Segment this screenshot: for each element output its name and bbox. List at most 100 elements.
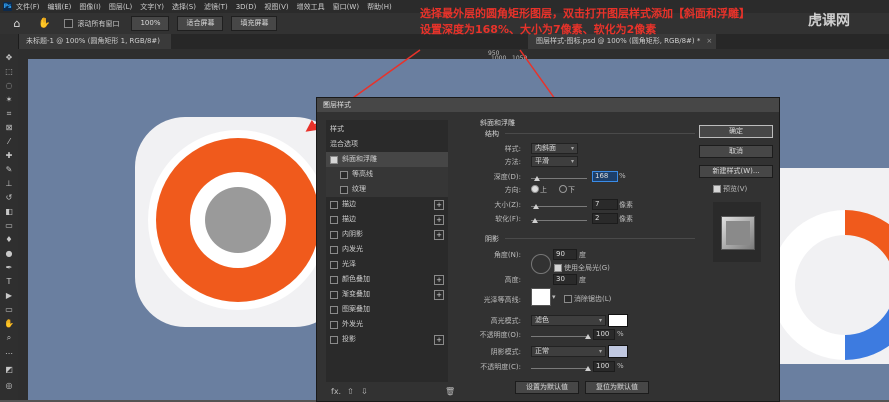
gloss-contour-picker[interactable] <box>531 288 551 306</box>
style-checkbox[interactable] <box>330 246 338 254</box>
style-item[interactable]: 描边 + <box>326 197 448 212</box>
style-checkbox[interactable] <box>340 171 348 179</box>
brush-tool-icon[interactable]: ✎ <box>2 164 16 175</box>
style-item[interactable]: 内发光 <box>326 242 448 257</box>
chevron-down-icon[interactable]: ▾ <box>552 293 556 301</box>
tab-untitled[interactable]: 未标题-1 @ 100% (圆角矩形 1, RGB/8#) *× <box>18 34 171 60</box>
stamp-tool-icon[interactable]: ⊥ <box>2 178 16 189</box>
shadow-opacity-knob[interactable] <box>585 366 591 371</box>
magic-wand-icon[interactable]: ✶ <box>2 94 16 105</box>
healing-brush-icon[interactable]: ✚ <box>2 150 16 161</box>
style-item[interactable]: 描边 + <box>326 212 448 227</box>
style-checkbox[interactable] <box>330 336 338 344</box>
preview-checkbox[interactable] <box>713 185 721 193</box>
shadow-mode-select[interactable]: 正常 ▾ <box>531 346 606 357</box>
menu-filter[interactable]: 滤镜(T) <box>204 2 228 12</box>
shape-tool-icon[interactable]: ▭ <box>2 304 16 315</box>
ok-button[interactable]: 确定 <box>699 125 773 138</box>
cancel-button[interactable]: 取消 <box>699 145 773 158</box>
menu-window[interactable]: 窗口(W) <box>333 2 359 12</box>
hand-icon[interactable]: ✋ <box>2 318 16 329</box>
quick-mask-icon[interactable]: ◎ <box>2 380 16 391</box>
hand-tool-icon[interactable]: ✋ <box>38 18 50 29</box>
add-effect-icon[interactable]: + <box>434 215 444 225</box>
trash-icon[interactable]: 🗑 <box>445 387 455 396</box>
style-checkbox[interactable] <box>330 261 338 269</box>
style-item[interactable]: 颜色叠加 + <box>326 272 448 287</box>
style-item[interactable]: 图案叠加 <box>326 302 448 317</box>
move-tool-icon[interactable]: ✥ <box>2 52 16 63</box>
depth-slider-knob[interactable] <box>534 176 540 181</box>
soften-slider-knob[interactable] <box>532 218 538 223</box>
highlight-color-swatch[interactable] <box>608 314 628 327</box>
style-checkbox[interactable] <box>330 201 338 209</box>
highlight-mode-select[interactable]: 滤色 ▾ <box>531 315 606 326</box>
style-item[interactable]: 等高线 <box>326 167 448 182</box>
style-checkbox[interactable] <box>330 156 338 164</box>
style-checkbox[interactable] <box>340 186 348 194</box>
menu-select[interactable]: 选择(S) <box>172 2 196 12</box>
menu-type[interactable]: 文字(Y) <box>140 2 164 12</box>
gradient-tool-icon[interactable]: ▭ <box>2 220 16 231</box>
fx-menu-icon[interactable]: fx. <box>331 387 341 396</box>
shadow-color-swatch[interactable] <box>608 345 628 358</box>
add-effect-icon[interactable]: + <box>434 230 444 240</box>
technique-select[interactable]: 平滑 ▾ <box>531 156 578 167</box>
crop-tool-icon[interactable]: ⌗ <box>2 108 16 119</box>
angle-dial[interactable] <box>531 254 551 274</box>
home-icon[interactable]: ⌂ <box>10 17 24 30</box>
add-effect-icon[interactable]: + <box>434 200 444 210</box>
style-checkbox[interactable] <box>330 231 338 239</box>
style-item[interactable]: 纹理 <box>326 182 448 197</box>
style-item[interactable]: 内阴影 + <box>326 227 448 242</box>
style-item[interactable]: 外发光 <box>326 317 448 332</box>
style-checkbox[interactable] <box>330 306 338 314</box>
style-checkbox[interactable] <box>330 216 338 224</box>
altitude-input[interactable]: 30 <box>553 274 577 285</box>
lasso-tool-icon[interactable]: ◌ <box>2 80 16 91</box>
marquee-tool-icon[interactable]: ⬚ <box>2 66 16 77</box>
angle-input[interactable]: 90 <box>553 249 577 260</box>
zoom-tool-icon[interactable]: ⌕ <box>2 332 16 343</box>
scroll-all-checkbox[interactable] <box>64 19 74 28</box>
menu-3d[interactable]: 3D(D) <box>236 3 257 11</box>
menu-plugins[interactable]: 增效工具 <box>297 2 325 12</box>
zoom-input[interactable]: 100% <box>131 16 170 31</box>
type-tool-icon[interactable]: T <box>2 276 16 287</box>
add-effect-icon[interactable]: + <box>434 275 444 285</box>
dialog-title-bar[interactable]: 图层样式 × <box>317 98 779 112</box>
foreground-color-icon[interactable]: ◩ <box>2 364 16 375</box>
dodge-tool-icon[interactable]: ● <box>2 248 16 259</box>
menu-file[interactable]: 文件(F) <box>16 2 40 12</box>
size-input[interactable]: 7 <box>592 199 618 210</box>
make-default-button[interactable]: 设置为默认值 <box>515 381 579 394</box>
style-item[interactable]: 渐变叠加 + <box>326 287 448 302</box>
global-light-checkbox[interactable] <box>554 264 562 272</box>
close-icon[interactable]: × <box>706 37 712 45</box>
path-select-icon[interactable]: ▶ <box>2 290 16 301</box>
more-tools-icon[interactable]: ⋯ <box>2 348 16 359</box>
soften-input[interactable]: 2 <box>592 213 618 224</box>
size-slider[interactable] <box>531 206 587 207</box>
menu-layer[interactable]: 图层(L) <box>109 2 132 12</box>
antialias-checkbox[interactable] <box>564 295 572 303</box>
move-down-icon[interactable]: ⇩ <box>361 387 368 396</box>
direction-up-radio[interactable] <box>531 185 539 193</box>
highlight-opacity-knob[interactable] <box>585 334 591 339</box>
direction-down-radio[interactable] <box>559 185 567 193</box>
add-effect-icon[interactable]: + <box>434 335 444 345</box>
style-checkbox[interactable] <box>330 321 338 329</box>
highlight-opacity-input[interactable]: 100 <box>593 329 615 340</box>
frame-tool-icon[interactable]: ⊠ <box>2 122 16 133</box>
move-up-icon[interactable]: ⇧ <box>347 387 354 396</box>
styles-header[interactable]: 样式 <box>326 122 452 137</box>
size-slider-knob[interactable] <box>533 204 539 209</box>
depth-input[interactable]: 168 <box>592 171 618 182</box>
style-item[interactable]: 投影 + <box>326 332 448 347</box>
blend-options-item[interactable]: 混合选项 <box>326 137 452 152</box>
style-checkbox[interactable] <box>330 291 338 299</box>
shadow-opacity-slider[interactable] <box>531 368 589 369</box>
close-icon[interactable]: × <box>323 100 773 108</box>
menu-image[interactable]: 图像(I) <box>79 2 101 12</box>
new-style-button[interactable]: 新建样式(W)... <box>699 165 773 178</box>
